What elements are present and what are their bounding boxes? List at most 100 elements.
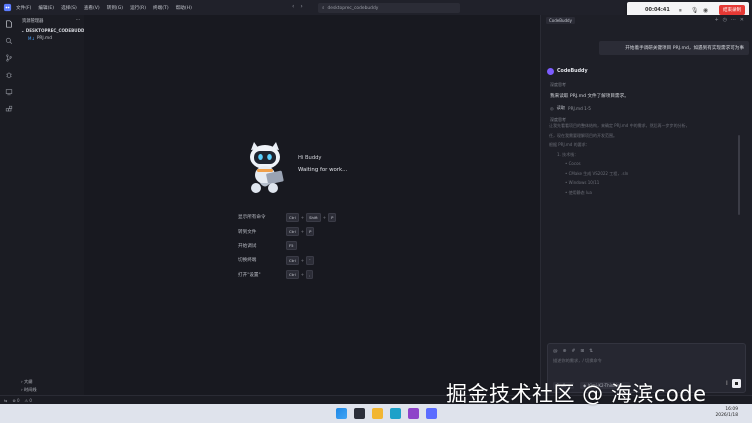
shortcut-label: 切换终端: [238, 258, 257, 264]
think-line: • Windows 10/11: [565, 180, 600, 185]
stop-icon: [735, 382, 738, 385]
edge-browser-icon[interactable]: [390, 408, 401, 419]
think-line: • Cocos: [565, 161, 581, 166]
menu-help[interactable]: 帮助(H): [176, 5, 192, 11]
more-icon[interactable]: ···: [731, 17, 736, 23]
thinking-content: 让我先看看项目的整体结构，来确定 PRJ.md 中的需求，然后再一步步的分析， …: [549, 123, 745, 213]
rules-icon[interactable]: ⇅: [589, 349, 593, 354]
shortcut-label: 显示所有命令: [238, 215, 266, 221]
close-icon[interactable]: ✕: [740, 17, 744, 23]
file-explorer-icon[interactable]: [372, 408, 383, 419]
pause-icon[interactable]: ⏸: [679, 7, 686, 14]
history-icon[interactable]: ◷: [723, 17, 727, 23]
think-line: 让我先看看项目的整体结构，来确定 PRJ.md 中的需求，然后再一步步的分析，: [549, 123, 690, 128]
chat-input[interactable]: 描述你的需求，/ 切换命令: [553, 358, 602, 364]
extensions-icon[interactable]: [0, 100, 17, 117]
codebuddy-app-icon[interactable]: [426, 408, 437, 419]
shortcut-show-commands[interactable]: 显示所有命令 Ctrl + Shift + P: [238, 210, 368, 224]
shortcut-label: 开始调试: [238, 243, 257, 249]
timeline-label: 时间线: [24, 387, 37, 392]
stop-button[interactable]: [732, 379, 741, 388]
bot-avatar: [547, 68, 554, 75]
menu-selection[interactable]: 选择(S): [61, 5, 77, 11]
shortcut-list: 显示所有命令 Ctrl + Shift + P 转到文件 Ctrl + P 开始调试 …: [238, 210, 368, 282]
think-line: • 使用静态 lua: [565, 189, 592, 195]
explorer-header: 资源管理器 ···: [17, 15, 84, 25]
search-icon[interactable]: [0, 32, 17, 49]
forward-arrow-icon[interactable]: ›: [300, 3, 302, 10]
image-icon[interactable]: ⊞: [580, 349, 584, 354]
menu-file[interactable]: 文件(F): [16, 5, 31, 11]
outline-label: 大纲: [24, 379, 33, 384]
tool-read-file[interactable]: ◎ 读取 PRJ.md 1-5: [550, 105, 591, 111]
microphone-icon[interactable]: 🎙: [691, 7, 699, 14]
explorer-files-icon[interactable]: [0, 15, 17, 32]
key-ctrl: Ctrl: [286, 212, 299, 222]
outline-section[interactable]: › 大纲: [21, 379, 32, 385]
editor-area: Hi Buddy Waiting for work... 显示所有命令 Ctrl…: [84, 15, 540, 395]
think-line: 根据 PRJ.md 的要求：: [549, 142, 590, 147]
workspace-folder-name: DESKTOPREC_CODEBUDDY: [25, 28, 88, 33]
explorer-more-icon[interactable]: ···: [76, 18, 80, 25]
menu-edit[interactable]: 编辑(E): [38, 5, 54, 11]
clock[interactable]: 16:09 2026/1/18: [715, 407, 738, 419]
mention-icon[interactable]: @: [553, 349, 558, 354]
add-context-icon[interactable]: ⊕: [563, 349, 567, 354]
think-line: • CMake 生成 VS2022 工程，.sln: [565, 170, 629, 176]
back-arrow-icon[interactable]: ‹: [292, 3, 294, 10]
camera-icon[interactable]: ◉: [703, 7, 710, 14]
nav-arrows: ‹ ›: [292, 3, 303, 10]
run-debug-icon[interactable]: [0, 66, 17, 83]
menu-terminal[interactable]: 终端(T): [153, 5, 169, 11]
plan-text: 我来读取 PRJ.md 文件了解项目需求。: [550, 94, 629, 99]
recording-timer: 00:04:41: [645, 7, 670, 13]
menu-view[interactable]: 查看(V): [84, 5, 100, 11]
chat-tab[interactable]: CodeBuddy: [546, 17, 575, 24]
search-icon: ⌕: [322, 6, 325, 11]
buddy-name: Hi Buddy: [298, 155, 322, 161]
new-chat-icon[interactable]: +: [714, 17, 718, 23]
workspace-folder[interactable]: ⌄ DESKTOPREC_CODEBUDDY: [17, 25, 88, 33]
warnings-count[interactable]: ⚠ 0: [25, 398, 32, 403]
remote-icon[interactable]: ⇆: [4, 398, 7, 403]
taskbar-apps: [336, 408, 437, 419]
shortcut-start-debug[interactable]: 开始调试 F5: [238, 239, 368, 253]
explorer-title: 资源管理器: [22, 19, 44, 24]
remote-explorer-icon[interactable]: [0, 83, 17, 100]
file-read-icon: ◎: [550, 105, 554, 111]
key-ctrl: Ctrl: [286, 270, 299, 280]
search-text: desktoprec_codebuddy: [327, 5, 379, 11]
key-ctrl: Ctrl: [286, 227, 299, 237]
user-message: 开始着手调研关键项目 PRJ.md，如遇到有实现需求可为事: [599, 41, 749, 55]
shortcut-open-settings[interactable]: 打开"设置" Ctrl + ,: [238, 268, 368, 282]
codebuddy-logo-icon: [3, 3, 12, 12]
shortcut-go-to-file[interactable]: 转到文件 Ctrl + P: [238, 224, 368, 238]
visual-studio-icon[interactable]: [408, 408, 419, 419]
hash-icon[interactable]: #: [571, 349, 575, 354]
clock-date: 2026/1/18: [715, 413, 738, 418]
markdown-icon: M↓: [28, 36, 35, 41]
chat-actions: + ◷ ··· ✕: [714, 17, 744, 23]
key-p: P: [306, 227, 315, 237]
watermark-text: 掘金技术社区 @ 海滨code: [446, 382, 707, 406]
read-file-name: PRJ.md 1-5: [568, 105, 591, 111]
shortcut-label: 打开"设置": [238, 272, 261, 278]
errors-count[interactable]: ⊗ 0: [12, 398, 19, 403]
menu-bar: 文件(F) 编辑(E) 选择(S) 查看(V) 转到(G) 运行(R) 终端(T…: [16, 5, 192, 11]
key-ctrl: Ctrl: [286, 255, 299, 265]
task-view-icon[interactable]: [354, 408, 365, 419]
timeline-section[interactable]: › 时间线: [21, 387, 37, 393]
windows-start-icon[interactable]: [336, 408, 347, 419]
activity-bar: [0, 15, 17, 395]
menu-go[interactable]: 转到(G): [107, 5, 123, 11]
menu-run[interactable]: 运行(R): [130, 5, 146, 11]
thinking-scrollbar[interactable]: [738, 135, 740, 215]
input-toolbar: @ ⊕ # ⊞ ⇅: [553, 349, 593, 354]
shortcut-toggle-terminal[interactable]: 切换终端 Ctrl + `: [238, 253, 368, 267]
file-item[interactable]: M↓ PRJ.md: [17, 33, 84, 41]
source-control-icon[interactable]: [0, 49, 17, 66]
file-name: PRJ.md: [36, 36, 52, 41]
command-center-search[interactable]: ⌕ desktoprec_codebuddy: [318, 3, 460, 13]
plan-label: 深度思考: [550, 82, 566, 87]
end-recording-button[interactable]: 结束录制: [719, 5, 745, 15]
